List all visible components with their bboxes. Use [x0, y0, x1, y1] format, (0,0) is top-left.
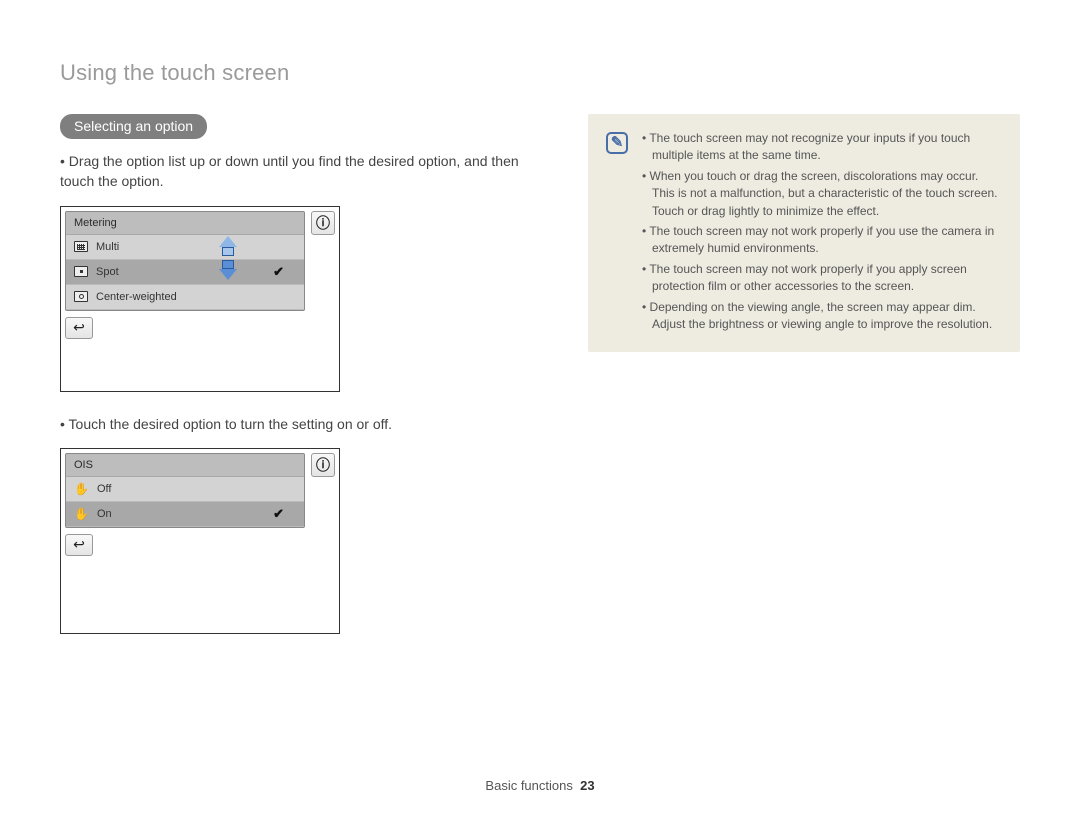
back-button[interactable]: ↩ — [65, 317, 93, 339]
back-button[interactable]: ↩ — [65, 534, 93, 556]
note-item: Depending on the viewing angle, the scre… — [642, 299, 1002, 334]
page-footer: Basic functions 23 — [0, 778, 1080, 793]
note-item: The touch screen may not recognize your … — [642, 130, 1002, 165]
multi-metering-icon — [74, 241, 88, 252]
check-icon: ✔ — [273, 264, 284, 280]
note-list: The touch screen may not recognize your … — [642, 130, 1002, 336]
option-label: Off — [97, 483, 111, 495]
drag-indicator-icon — [214, 236, 242, 292]
ois-on-icon: ✋ — [74, 508, 89, 520]
option-label: Spot — [96, 266, 119, 278]
metering-panel: Metering Multi Spot ✔ Center-weigh — [60, 206, 340, 392]
option-label: Center-weighted — [96, 291, 177, 303]
spot-metering-icon — [74, 266, 88, 277]
instruction-drag: Drag the option list up or down until yo… — [60, 151, 540, 192]
instruction-touch: Touch the desired option to turn the set… — [60, 414, 540, 434]
ois-panel: OIS ✋ Off ✋ On ✔ ⓘ ↩ — [60, 448, 340, 634]
option-ois-on[interactable]: ✋ On ✔ — [66, 502, 304, 527]
option-label: Multi — [96, 241, 119, 253]
note-item: When you touch or drag the screen, disco… — [642, 168, 1002, 220]
info-button[interactable]: ⓘ — [311, 453, 335, 477]
note-item: The touch screen may not work properly i… — [642, 261, 1002, 296]
note-box: ✎ The touch screen may not recognize you… — [588, 114, 1020, 352]
panel-title: Metering — [66, 212, 304, 235]
option-ois-off[interactable]: ✋ Off — [66, 477, 304, 502]
note-icon: ✎ — [606, 132, 628, 154]
metering-options-list[interactable]: Metering Multi Spot ✔ Center-weigh — [65, 211, 305, 311]
option-label: On — [97, 508, 112, 520]
note-item: The touch screen may not work properly i… — [642, 223, 1002, 258]
option-multi[interactable]: Multi — [66, 235, 304, 260]
page-number: 23 — [580, 778, 594, 793]
footer-section: Basic functions — [485, 778, 572, 793]
page-header: Using the touch screen — [60, 60, 1020, 86]
info-button[interactable]: ⓘ — [311, 211, 335, 235]
ois-off-icon: ✋ — [74, 483, 89, 495]
option-center-weighted[interactable]: Center-weighted — [66, 285, 304, 310]
section-title-pill: Selecting an option — [60, 114, 207, 139]
ois-options-list[interactable]: OIS ✋ Off ✋ On ✔ — [65, 453, 305, 528]
option-spot[interactable]: Spot ✔ — [66, 260, 304, 285]
check-icon: ✔ — [273, 506, 284, 522]
panel-title: OIS — [66, 454, 304, 477]
center-weighted-icon — [74, 291, 88, 302]
